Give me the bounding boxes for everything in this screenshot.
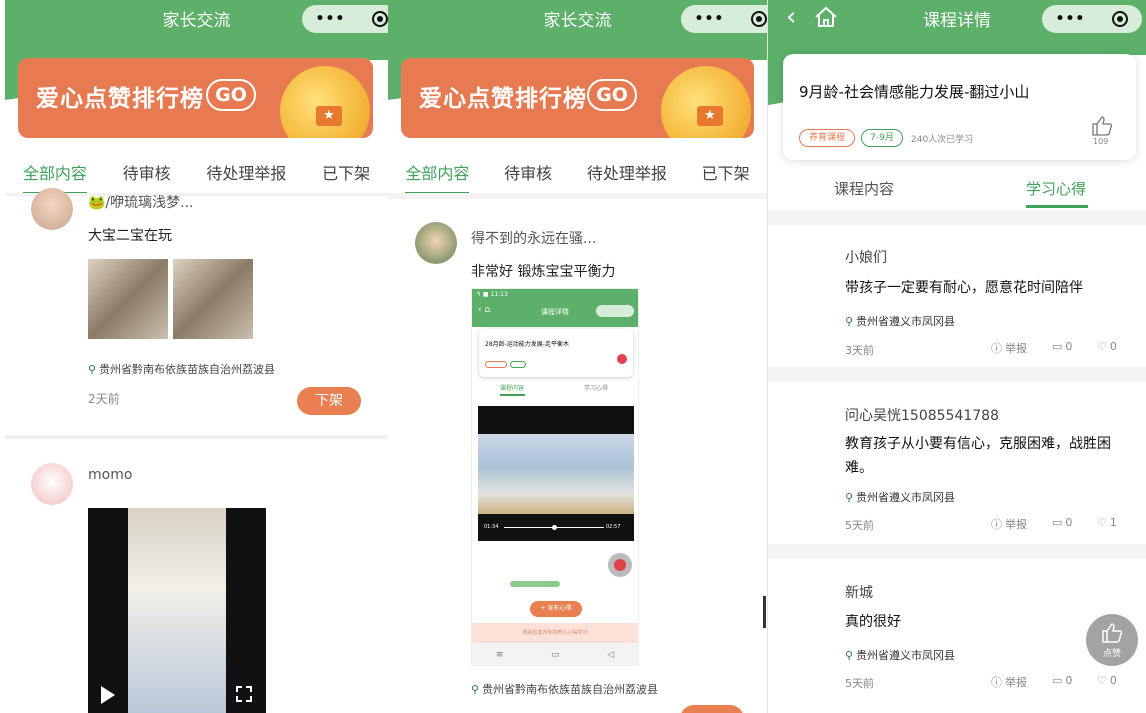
post-screenshot-image[interactable]: ↰ ■ 11:13 课程详情 ‹ ⌂ 28月龄-运动能力发展-走平衡木 课程内容… xyxy=(471,288,639,666)
report-button[interactable]: ⓘ 举报 xyxy=(991,340,1027,356)
post-location: ⚲ 贵州省黔南布依族苗族自治州荔波县 xyxy=(88,363,276,376)
more-button[interactable]: ••• xyxy=(1056,11,1086,27)
comment-text: 教育孩子从小要有信心，克服困难，战胜困难。 xyxy=(845,436,1111,476)
location-pin-icon: ⚲ xyxy=(88,363,97,376)
heart-icon: ♡ xyxy=(1097,340,1107,353)
banner-go-button[interactable]: GO xyxy=(206,79,256,111)
comment-text: 真的很好 xyxy=(845,614,901,630)
scrollbar[interactable] xyxy=(763,596,766,628)
banner-go-button[interactable]: GO xyxy=(587,79,637,111)
close-mini-program-icon[interactable] xyxy=(372,11,388,27)
comment-location: ⚲ 贵州省遵义市凤冈县 xyxy=(845,649,956,662)
age-tag: 7-9月 xyxy=(861,129,903,147)
tab-pending-report[interactable]: 待处理举报 xyxy=(206,160,286,192)
comment-icon: ▭ xyxy=(1052,674,1063,687)
post-username[interactable]: 得不到的永远在骚... xyxy=(471,228,596,248)
info-icon: ⓘ xyxy=(991,676,1002,689)
like-button[interactable]: ♡ 0 xyxy=(1097,340,1117,353)
heart-icon: ♡ xyxy=(1097,516,1107,529)
comment-icon: ▭ xyxy=(1052,516,1063,529)
report-button[interactable]: ⓘ 举报 xyxy=(991,674,1027,690)
ranking-banner[interactable]: 爱心点赞排行榜 GO ★ xyxy=(401,58,754,138)
course-tag: 养育课程 xyxy=(799,129,855,147)
thumbs-up-icon[interactable] xyxy=(1091,116,1113,136)
tab-all[interactable]: 全部内容 xyxy=(405,160,470,195)
ranking-banner[interactable]: 爱心点赞排行榜 GO ★ xyxy=(18,58,373,138)
comment-time: 3天前 xyxy=(845,344,874,357)
like-button[interactable]: ♡ 0 xyxy=(1097,674,1117,687)
comment-time: 5天前 xyxy=(845,519,874,532)
post-location: ⚲ 贵州省黔南布依族苗族自治州荔波县 xyxy=(471,683,659,696)
tab-removed[interactable]: 已下架 xyxy=(322,160,370,192)
trophy-coin-icon: ★ xyxy=(280,66,370,138)
mini-program-capsule: ••• xyxy=(681,5,767,33)
comment-author: 小娘们 xyxy=(845,250,887,266)
mini-program-capsule: ••• xyxy=(302,5,388,33)
more-button[interactable]: ••• xyxy=(316,11,346,27)
post-photo[interactable] xyxy=(88,259,168,339)
course-card: 9月龄-社会情感能力发展-翻过小山 养育课程 7-9月 240人次已学习 109 xyxy=(783,54,1136,160)
trophy-coin-icon: ★ xyxy=(661,66,751,138)
comment-author: 问心吴恍15085541788 xyxy=(845,408,999,424)
mini-program-capsule: ••• xyxy=(1042,5,1142,33)
tab-pending-review[interactable]: 待审核 xyxy=(504,160,552,192)
screen-parent-exchange-2: 家长交流 ••• 爱心点赞排行榜 GO ★ 全部内容 待审核 待处理举报 已下架… xyxy=(388,0,767,713)
like-fab-label: 点赞 xyxy=(1102,649,1121,659)
location-pin-icon: ⚲ xyxy=(845,315,854,328)
learner-count: 240人次已学习 xyxy=(911,135,974,145)
comment-text: 带孩子一定要有耐心，愿意花时间陪伴 xyxy=(845,280,1083,296)
heart-icon: ♡ xyxy=(1097,674,1107,687)
close-mini-program-icon[interactable] xyxy=(1112,11,1129,27)
tab-bar: 全部内容 待审核 待处理举报 已下架 xyxy=(5,160,388,195)
comment-icon: ▭ xyxy=(1052,340,1063,353)
location-pin-icon: ⚲ xyxy=(471,683,480,696)
comment-button[interactable]: ▭ 0 xyxy=(1052,674,1072,687)
info-icon: ⓘ xyxy=(991,342,1002,355)
more-button[interactable]: ••• xyxy=(695,11,725,27)
info-icon: ⓘ xyxy=(991,518,1002,531)
post-video[interactable] xyxy=(88,508,266,713)
comment-button[interactable]: ▭ 0 xyxy=(1052,340,1072,353)
comment-location: ⚲ 贵州省遵义市凤冈县 xyxy=(845,491,956,504)
post-text: 大宝二宝在玩 xyxy=(88,228,172,244)
location-pin-icon: ⚲ xyxy=(845,491,854,504)
like-count: 109 xyxy=(1093,137,1109,146)
post-photo[interactable] xyxy=(173,259,253,339)
report-button[interactable]: ⓘ 举报 xyxy=(991,516,1027,532)
course-title: 9月龄-社会情感能力发展-翻过小山 xyxy=(799,83,1030,101)
location-pin-icon: ⚲ xyxy=(845,649,854,662)
post-time: 2天前 xyxy=(88,392,120,406)
tab-pending-report[interactable]: 待处理举报 xyxy=(587,160,667,192)
tab-bar: 全部内容 待审核 待处理举报 已下架 xyxy=(388,160,767,195)
like-button[interactable]: ♡ 1 xyxy=(1097,516,1117,529)
fullscreen-icon[interactable] xyxy=(236,686,252,702)
banner-title: 爱心点赞排行榜 xyxy=(36,86,204,112)
close-mini-program-icon[interactable] xyxy=(751,11,767,27)
tab-study-notes[interactable]: 学习心得 xyxy=(1026,178,1086,199)
remove-button[interactable] xyxy=(680,705,744,713)
avatar[interactable] xyxy=(415,222,457,264)
screen-parent-exchange-1: 家长交流 ••• 爱心点赞排行榜 GO ★ 全部内容 待审核 待处理举报 已下架… xyxy=(5,0,388,713)
avatar[interactable] xyxy=(31,463,73,505)
remove-button[interactable]: 下架 xyxy=(297,387,361,415)
comment-location: ⚲ 贵州省遵义市凤冈县 xyxy=(845,315,956,328)
banner-title: 爱心点赞排行榜 xyxy=(419,86,587,112)
screen-course-detail: ‹ 课程详情 ••• 9月龄-社会情感能力发展-翻过小山 养育课程 7-9月 2… xyxy=(767,0,1146,713)
post-text: 非常好 锻炼宝宝平衡力 xyxy=(471,264,616,280)
post-username[interactable]: 🐸/咿琉璃浅梦... xyxy=(88,192,194,212)
avatar[interactable] xyxy=(31,188,73,230)
tab-all[interactable]: 全部内容 xyxy=(22,160,87,195)
comment-time: 5天前 xyxy=(845,677,874,690)
tab-removed[interactable]: 已下架 xyxy=(702,160,750,192)
comment-button[interactable]: ▭ 0 xyxy=(1052,516,1072,529)
play-icon[interactable] xyxy=(101,686,115,704)
comment-author: 新城 xyxy=(845,585,873,601)
post-username[interactable]: momo xyxy=(88,467,132,483)
tab-course-content[interactable]: 课程内容 xyxy=(834,178,894,199)
tab-pending-review[interactable]: 待审核 xyxy=(123,160,171,192)
like-fab-button[interactable]: 点赞 xyxy=(1086,614,1138,666)
